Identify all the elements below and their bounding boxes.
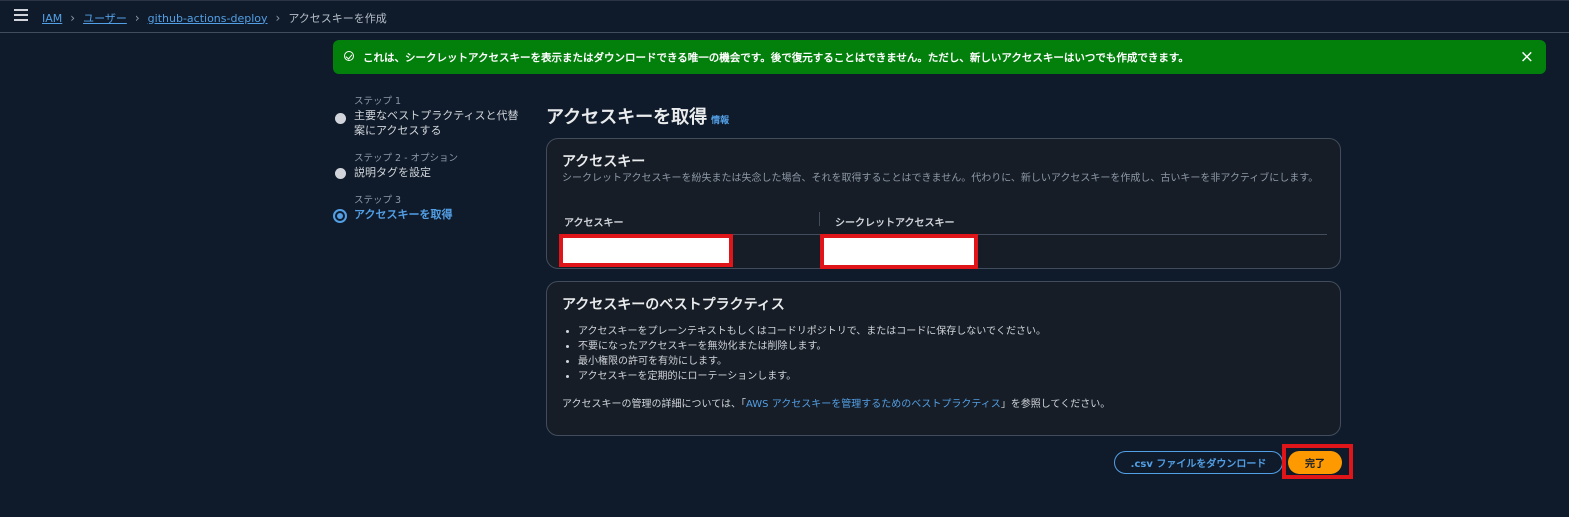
breadcrumb-iam-link[interactable]: IAM [42, 12, 62, 25]
step-1-label: ステップ 1 [354, 96, 402, 107]
reference-suffix: 」を参照してください。 [1000, 399, 1111, 410]
page-title: アクセスキーを取得 情報 [546, 103, 729, 129]
best-practices-reference: アクセスキーの管理の詳細については、「AWS アクセスキーを管理するためのベスト… [562, 395, 1110, 410]
step-2-title: 説明タグを設定 [354, 166, 431, 179]
hamburger-menu-icon[interactable] [14, 9, 28, 23]
step-3-label: ステップ 3 [354, 195, 402, 206]
step-2[interactable]: ステップ 2 - オプション 説明タグを設定 [333, 153, 533, 195]
info-link[interactable]: 情報 [711, 116, 729, 126]
access-key-card-title: アクセスキー [562, 154, 646, 170]
flash-message: これは、シークレットアクセスキーを表示またはダウンロードできる唯一の機会です。後… [363, 52, 1189, 64]
secret-key-value-redacted [820, 234, 978, 269]
list-item: アクセスキーを定期的にローテーションします。 [578, 369, 1046, 384]
step-complete-dot-icon [335, 168, 346, 179]
list-item: 不要になったアクセスキーを無効化または削除します。 [578, 339, 1046, 354]
access-key-column-header: アクセスキー [564, 218, 624, 229]
list-item: 最小権限の許可を有効にします。 [578, 354, 1046, 369]
best-practices-card-title: アクセスキーのベストプラクティス [562, 297, 785, 313]
breadcrumb-users-link[interactable]: ユーザー [83, 10, 127, 26]
top-navigation-bar: IAM › ユーザー › github-actions-deploy › アクセ… [0, 0, 1569, 33]
chevron-right-icon: › [134, 11, 140, 25]
page-title-text: アクセスキーを取得 [546, 107, 708, 128]
wizard-steps: ステップ 1 主要なベストプラクティスと代替案にアクセスする ステップ 2 - … [333, 96, 533, 225]
step-current-dot-icon [333, 209, 347, 223]
step-complete-dot-icon [335, 113, 346, 124]
chevron-right-icon: › [275, 11, 281, 25]
access-key-value-redacted [559, 234, 733, 267]
breadcrumb: IAM › ユーザー › github-actions-deploy › アクセ… [42, 10, 387, 26]
access-key-card-description: シークレットアクセスキーを紛失または失念した場合、それを取得することはできません… [562, 173, 1319, 184]
done-button[interactable]: 完了 [1288, 451, 1342, 474]
secret-key-column-header: シークレットアクセスキー [835, 218, 955, 229]
success-flash-banner: これは、シークレットアクセスキーを表示またはダウンロードできる唯一の機会です。後… [333, 40, 1546, 74]
step-1[interactable]: ステップ 1 主要なベストプラクティスと代替案にアクセスする [333, 96, 533, 144]
chevron-right-icon: › [70, 11, 76, 25]
check-circle-icon [344, 51, 354, 61]
download-csv-button[interactable]: .csv ファイルをダウンロード [1114, 451, 1283, 474]
best-practices-card: アクセスキーのベストプラクティス アクセスキーをプレーンテキストもしくはコードリ… [546, 281, 1341, 436]
close-icon[interactable]: × [1520, 47, 1534, 67]
best-practices-doc-link[interactable]: AWS アクセスキーを管理するためのベストプラクティス [746, 399, 1001, 410]
step-3: ステップ 3 アクセスキーを取得 [333, 195, 533, 225]
breadcrumb-current: アクセスキーを作成 [288, 12, 387, 25]
list-item: アクセスキーをプレーンテキストもしくはコードリポジトリで、またはコードに保存しな… [578, 324, 1046, 339]
best-practices-list: アクセスキーをプレーンテキストもしくはコードリポジトリで、またはコードに保存しな… [562, 324, 1046, 384]
breadcrumb-user-link[interactable]: github-actions-deploy [148, 12, 268, 25]
access-key-card: アクセスキー シークレットアクセスキーを紛失または失念した場合、それを取得するこ… [546, 138, 1341, 269]
step-1-title: 主要なベストプラクティスと代替案にアクセスする [354, 109, 519, 137]
step-3-title: アクセスキーを取得 [354, 208, 453, 221]
reference-prefix: アクセスキーの管理の詳細については、「 [562, 399, 746, 410]
step-2-label: ステップ 2 - オプション [354, 153, 459, 164]
column-divider [819, 212, 820, 226]
